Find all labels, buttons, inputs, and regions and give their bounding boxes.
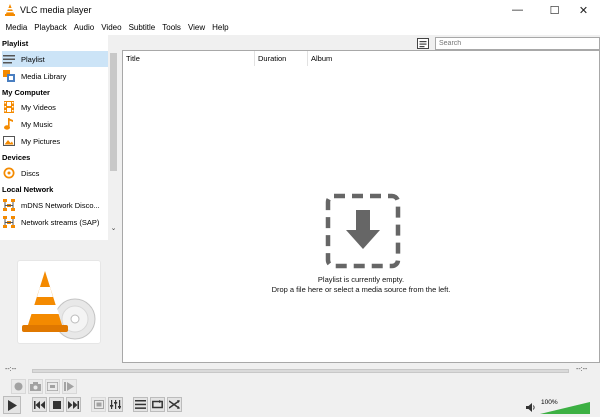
- record-icon: [14, 382, 23, 391]
- next-icon: [68, 400, 79, 409]
- vlc-cone-disc-icon: [22, 271, 96, 340]
- sidebar-item-mdns[interactable]: mDNS Network Disco...: [2, 197, 108, 213]
- previous-icon: [34, 400, 45, 409]
- picture-icon: [2, 135, 16, 147]
- close-icon: ✕: [578, 4, 589, 17]
- sidebar-item-label: My Music: [21, 119, 53, 129]
- sidebar-item-my-pictures[interactable]: My Pictures: [2, 133, 108, 149]
- playlist-icon: [2, 53, 16, 65]
- remaining-time[interactable]: --:--: [576, 366, 587, 373]
- sidebar-item-label: My Pictures: [21, 136, 61, 146]
- album-art: [17, 260, 101, 344]
- column-header-title[interactable]: Title: [123, 51, 255, 66]
- fullscreen-button[interactable]: [91, 397, 106, 412]
- sidebar-item-label: mDNS Network Disco...: [21, 200, 100, 210]
- play-icon: [8, 399, 17, 411]
- window-title: VLC media player: [20, 5, 92, 15]
- menu-bar: Media Playback Audio Video Subtitle Tool…: [0, 20, 600, 35]
- sidebar-item-my-music[interactable]: My Music: [2, 116, 108, 132]
- menu-audio[interactable]: Audio: [70, 23, 97, 32]
- sidebar-item-my-videos[interactable]: My Videos: [2, 99, 108, 115]
- sidebar-scroll-thumb[interactable]: [110, 53, 117, 171]
- speaker-icon[interactable]: [526, 403, 536, 412]
- fullscreen-icon: [93, 400, 104, 409]
- menu-playback[interactable]: Playback: [31, 23, 70, 32]
- menu-tools[interactable]: Tools: [159, 23, 185, 32]
- snapshot-button[interactable]: [28, 379, 43, 394]
- scroll-down-icon[interactable]: ⌄: [108, 224, 119, 232]
- record-button[interactable]: [11, 379, 26, 394]
- seek-row: --:-- --:--: [0, 363, 600, 377]
- disc-icon: [2, 167, 16, 179]
- loop-ab-icon: [47, 382, 58, 391]
- music-note-icon: [2, 118, 16, 130]
- sidebar-item-label: My Videos: [21, 102, 56, 112]
- network-icon: [2, 199, 16, 211]
- loop-button[interactable]: [150, 397, 165, 412]
- sidebar-item-discs[interactable]: Discs: [2, 165, 108, 181]
- camera-icon: [30, 382, 41, 391]
- menu-view[interactable]: View: [184, 23, 208, 32]
- minimize-button[interactable]: —: [501, 0, 534, 20]
- sidebar-item-label: Network streams (SAP): [21, 217, 100, 227]
- search-input[interactable]: [435, 37, 600, 50]
- sidebar-header-my-computer: My Computer: [2, 88, 50, 97]
- elapsed-time: --:--: [5, 366, 17, 373]
- previous-button[interactable]: [32, 397, 47, 412]
- volume-slider[interactable]: [540, 402, 590, 414]
- sidebar-item-label: Playlist: [21, 54, 45, 64]
- film-icon: [2, 101, 16, 113]
- loop-icon: [152, 400, 163, 409]
- sidebar-header-devices: Devices: [2, 153, 31, 162]
- equalizer-icon: [110, 400, 121, 409]
- playlist-view-button[interactable]: [415, 37, 430, 50]
- menu-media[interactable]: Media: [2, 23, 31, 32]
- play-button[interactable]: [3, 396, 21, 414]
- network-icon: [2, 216, 16, 228]
- loop-ab-button[interactable]: [45, 379, 60, 394]
- playlist-view[interactable]: Title Duration Album Playlist is current…: [122, 50, 600, 363]
- sidebar-header-local-network: Local Network: [2, 185, 54, 194]
- menu-video[interactable]: Video: [98, 23, 125, 32]
- empty-hint: Drop a file here or select a media sourc…: [271, 285, 451, 294]
- drop-file-icon: [325, 193, 401, 269]
- vlc-cone-icon: [5, 4, 15, 16]
- next-button[interactable]: [66, 397, 81, 412]
- shuffle-button[interactable]: [167, 397, 182, 412]
- minimize-icon: —: [512, 4, 523, 16]
- stop-button[interactable]: [49, 397, 64, 412]
- shuffle-icon: [169, 400, 180, 409]
- frame-step-icon: [64, 382, 74, 391]
- menu-help[interactable]: Help: [209, 23, 232, 32]
- sidebar-item-playlist[interactable]: Playlist: [2, 51, 108, 67]
- sidebar: Playlist Playlist Media Library My Compu…: [0, 35, 119, 363]
- sidebar-item-label: Media Library: [21, 71, 67, 81]
- stop-icon: [52, 400, 61, 409]
- empty-message: Playlist is currently empty.: [317, 275, 405, 284]
- playlist-toggle-icon: [135, 400, 146, 409]
- column-header-duration[interactable]: Duration: [255, 51, 308, 66]
- menu-subtitle[interactable]: Subtitle: [125, 23, 159, 32]
- extended-settings-button[interactable]: [108, 397, 123, 412]
- sidebar-header-playlist: Playlist: [2, 39, 29, 48]
- frame-step-button[interactable]: [62, 379, 77, 394]
- media-source-tree: Playlist Playlist Media Library My Compu…: [0, 35, 108, 240]
- close-button[interactable]: ✕: [567, 0, 600, 20]
- sidebar-item-label: Discs: [21, 168, 40, 178]
- column-header-album[interactable]: Album: [308, 51, 368, 66]
- sidebar-item-media-library[interactable]: Media Library: [2, 68, 108, 84]
- list-view-icon: [416, 38, 429, 49]
- seek-slider[interactable]: [32, 369, 569, 373]
- media-library-icon: [2, 70, 16, 82]
- toggle-playlist-button[interactable]: [133, 397, 148, 412]
- title-bar[interactable]: VLC media player — ☐ ✕: [0, 0, 600, 20]
- sidebar-item-network-streams[interactable]: Network streams (SAP): [2, 214, 108, 230]
- maximize-icon: ☐: [549, 4, 560, 17]
